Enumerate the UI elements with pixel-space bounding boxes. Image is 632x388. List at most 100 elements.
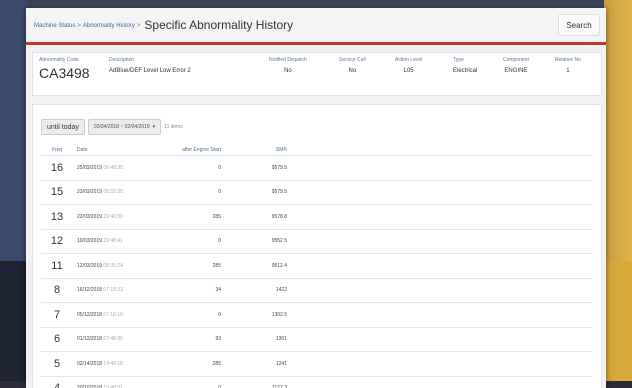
filler-cell [291,180,593,205]
type-value: Electrical [453,68,477,74]
description-header: Description [109,57,191,63]
breadcrumb-separator: > [137,23,141,29]
history-panel: until today 02/04/2018 ~ 02/04/2019 ▾ 11… [32,104,602,388]
after-engine-start-cell: 0 [159,156,225,181]
smr-cell: 9579.5 [225,180,291,205]
filler-cell [291,229,593,254]
table-row[interactable]: 1210/03/2019 23:48:4109552.5 [41,229,593,254]
freq-cell: 5 [41,352,73,377]
freq-cell: 15 [41,180,73,205]
date-cell: 23/03/2019 05:32:25 [73,180,159,205]
date-value: 05/12/2018 [77,312,102,318]
after-engine-start-cell: 0 [159,180,225,205]
summary-action-level: Action Level L05 [395,57,422,74]
chevron-down-icon: ▾ [153,124,156,130]
after-engine-start-cell: 285 [159,254,225,279]
code-header: Abnormality Code [39,57,90,63]
table-row[interactable]: 420/10/2018 10:48:3101177.3 [41,376,593,388]
smr-cell: 9512.4 [225,254,291,279]
table-row[interactable]: 1322/03/2019 23:40:302859578.8 [41,205,593,230]
breadcrumb: Machine Status>Abnormality History>Speci… [34,18,293,32]
smr-cell: 1301 [225,327,291,352]
table-row[interactable]: 1523/03/2019 05:32:2509579.5 [41,180,593,205]
date-value: 16/12/2018 [77,287,102,293]
app-window: Machine Status>Abnormality History>Speci… [26,8,606,388]
time-value: 07:18:33 [103,287,122,293]
time-value: 14:48:18 [103,361,122,367]
smr-cell: 1422 [225,278,291,303]
date-value: 12/03/2019 [77,263,102,269]
filler-cell [291,278,593,303]
after-engine-start-cell: 34 [159,278,225,303]
page-title: Specific Abnormality History [144,18,293,32]
smr-cell: 9579.5 [225,156,291,181]
filler-cell [291,254,593,279]
freq-cell: 6 [41,327,73,352]
table-row[interactable]: 502/14/2018 14:48:182851241 [41,352,593,377]
after-engine-start-cell: 285 [159,205,225,230]
date-value: 25/03/2019 [77,165,102,171]
date-cell: 10/03/2019 23:48:41 [73,229,159,254]
smr-cell: 9552.5 [225,229,291,254]
service-call-value: No [339,68,366,74]
after-engine-start-header[interactable]: after Engine Start [159,145,225,156]
date-cell: 12/03/2019 08:35:24 [73,254,159,279]
type-header: Type [453,57,477,63]
breadcrumb-machine-status[interactable]: Machine Status [34,23,75,29]
action-level-header: Action Level [395,57,422,63]
table-row[interactable]: 1625/03/2019 06:48:3509579.5 [41,156,593,181]
time-value: 08:35:24 [103,263,122,269]
item-count: 11 items [164,124,183,130]
time-value: 06:48:35 [103,165,122,171]
search-button[interactable]: Search [558,14,600,36]
notified-value: No [269,68,307,74]
filler-cell [291,352,593,377]
action-level-value: L05 [395,68,422,74]
filler-cell [291,303,593,328]
relative-no-value: 1 [555,68,581,74]
time-value: 07:18:10 [103,312,122,318]
breadcrumb-separator: > [77,23,81,29]
until-today-button[interactable]: until today [41,119,85,135]
relative-no-header: Relative No [555,57,581,63]
after-engine-start-cell: 0 [159,303,225,328]
component-value: ENGINE [503,68,529,74]
freq-cell: 4 [41,376,73,388]
date-value: 22/03/2019 [77,214,102,220]
date-cell: 02/14/2018 14:48:18 [73,352,159,377]
smr-cell: 1302.5 [225,303,291,328]
freq-cell: 16 [41,156,73,181]
time-value: 05:32:25 [103,189,122,195]
date-range-text: 02/04/2018 ~ 02/04/2019 [94,124,150,130]
date-header[interactable]: Date [73,145,159,156]
freq-cell: 8 [41,278,73,303]
table-row[interactable]: 8 16/12/2018 07:18:33 341422 [41,278,593,303]
summary-description: Description AdBlue/DEF Level Low Error 2 [109,57,191,74]
breadcrumb-abnormality-history[interactable]: Abnormality History [83,23,135,29]
table-body: 1625/03/2019 06:48:3509579.51523/03/2019… [41,156,593,388]
table-row[interactable]: 1112/03/2019 08:35:242859512.4 [41,254,593,279]
table-row[interactable]: 601/12/2018 07:48:35931301 [41,327,593,352]
smr-header[interactable]: SMR [225,145,291,156]
date-cell: 25/03/2019 06:48:35 [73,156,159,181]
freq-cell: 7 [41,303,73,328]
summary-notified: Notified Dispatch No [269,57,307,74]
freq-header[interactable]: Freq [41,145,73,156]
summary-type: Type Electrical [453,57,477,74]
after-engine-start-cell: 93 [159,327,225,352]
date-range-picker[interactable]: 02/04/2018 ~ 02/04/2019 ▾ [88,119,161,135]
summary-component: Component ENGINE [503,57,529,74]
notified-header: Notified Dispatch [269,57,307,63]
summary-code: Abnormality Code CA3498 [39,57,90,81]
date-value: 10/03/2019 [77,238,102,244]
smr-cell: 1241 [225,352,291,377]
summary-service-call: Service Call No [339,57,366,74]
time-value: 23:40:30 [103,214,122,220]
date-filter: until today 02/04/2018 ~ 02/04/2019 ▾ 11… [41,119,183,135]
date-value: 02/14/2018 [77,361,102,367]
history-table: Freq Date after Engine Start SMR 1625/03… [41,145,593,388]
date-cell: 22/03/2019 23:40:30 [73,205,159,230]
code-value: CA3498 [39,65,90,81]
table-row[interactable]: 7 05/12/2018 07:18:10 01302.5 [41,303,593,328]
date-value: 23/03/2019 [77,189,102,195]
